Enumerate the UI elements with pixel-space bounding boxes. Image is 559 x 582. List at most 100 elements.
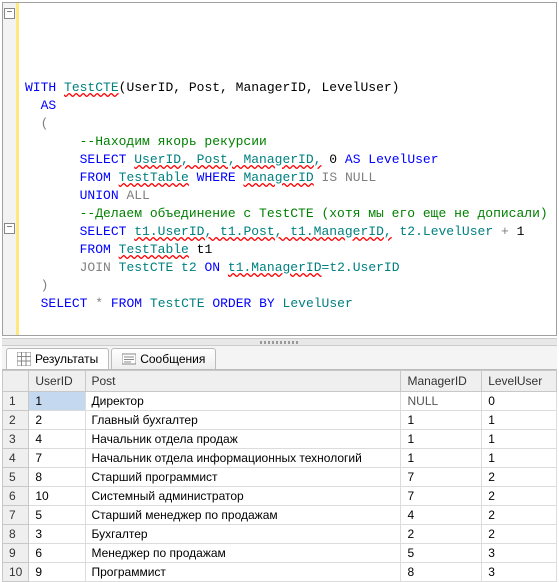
col-userid[interactable]: UserID <box>29 371 85 392</box>
kw-select-1: SELECT <box>80 152 127 167</box>
cell-leveluser[interactable]: 2 <box>482 525 557 544</box>
cell-userid[interactable]: 10 <box>29 487 85 506</box>
cell-post[interactable]: Старший программист <box>85 468 401 487</box>
col-post[interactable]: Post <box>85 371 401 392</box>
kw-on: ON <box>204 260 220 275</box>
table-row[interactable]: 58Старший программист72 <box>3 468 557 487</box>
gutter: − − <box>3 3 17 335</box>
cell-post[interactable]: Системный администратор <box>85 487 401 506</box>
join-cte: TestCTE t2 <box>119 260 197 275</box>
tab-messages[interactable]: Сообщения <box>111 348 216 369</box>
table-row[interactable]: 96Менеджер по продажам53 <box>3 544 557 563</box>
cell-post[interactable]: Программист <box>85 563 401 582</box>
cell-leveluser[interactable]: 3 <box>482 563 557 582</box>
cell-userid[interactable]: 3 <box>29 525 85 544</box>
where-col: ManagerID <box>244 170 314 185</box>
kw-from-2: FROM <box>80 242 111 257</box>
row-header[interactable]: 8 <box>3 525 29 544</box>
select-cols-2: t1.UserID, t1.Post, t1.ManagerID, <box>134 224 391 239</box>
cell-userid[interactable]: 7 <box>29 449 85 468</box>
cte-cols: (UserID, Post, ManagerID, LevelUser) <box>119 80 400 95</box>
table-row[interactable]: 47Начальник отдела информационных технол… <box>3 449 557 468</box>
cell-leveluser[interactable]: 1 <box>482 430 557 449</box>
cell-userid[interactable]: 9 <box>29 563 85 582</box>
cell-leveluser[interactable]: 1 <box>482 449 557 468</box>
comment-2: --Делаем объединение с TestCTE (хотя мы … <box>80 206 548 221</box>
results-grid[interactable]: UserID Post ManagerID LevelUser 11Директ… <box>2 370 557 582</box>
table-row[interactable]: 75Старший менеджер по продажам42 <box>3 506 557 525</box>
table-row[interactable]: 11ДиректорNULL0 <box>3 392 557 411</box>
literal-one: 1 <box>517 224 525 239</box>
t2-level: t2.LevelUser <box>400 224 494 239</box>
table-row[interactable]: 34Начальник отдела продаж11 <box>3 430 557 449</box>
tab-results[interactable]: Результаты <box>6 348 109 369</box>
kw-where: WHERE <box>197 170 236 185</box>
splitter-handle[interactable] <box>2 338 557 346</box>
cell-userid[interactable]: 1 <box>29 392 85 411</box>
fold-toggle-bottom[interactable]: − <box>4 223 15 234</box>
col-managerid[interactable]: ManagerID <box>401 371 482 392</box>
cell-post[interactable]: Главный бухгалтер <box>85 411 401 430</box>
literal-zero: 0 <box>329 152 337 167</box>
row-header[interactable]: 9 <box>3 544 29 563</box>
cell-post[interactable]: Менеджер по продажам <box>85 544 401 563</box>
table-row[interactable]: 109Программист83 <box>3 563 557 582</box>
cell-post[interactable]: Старший менеджер по продажам <box>85 506 401 525</box>
cell-managerid[interactable]: 2 <box>401 525 482 544</box>
cell-managerid[interactable]: NULL <box>401 392 482 411</box>
select-cols-1: UserID, Post, ManagerID, <box>134 152 321 167</box>
kw-select-2: SELECT <box>80 224 127 239</box>
messages-icon <box>122 352 136 366</box>
cte-name: TestCTE <box>64 80 119 95</box>
table-row[interactable]: 610Системный администратор72 <box>3 487 557 506</box>
cell-userid[interactable]: 4 <box>29 430 85 449</box>
row-header[interactable]: 1 <box>3 392 29 411</box>
on-right: =t2.UserID <box>322 260 400 275</box>
cell-leveluser[interactable]: 3 <box>482 544 557 563</box>
table-row[interactable]: 83Бухгалтер22 <box>3 525 557 544</box>
row-header[interactable]: 7 <box>3 506 29 525</box>
cell-managerid[interactable]: 1 <box>401 411 482 430</box>
cell-managerid[interactable]: 1 <box>401 449 482 468</box>
kw-from-3: FROM <box>111 296 142 311</box>
cell-managerid[interactable]: 7 <box>401 468 482 487</box>
cell-managerid[interactable]: 1 <box>401 430 482 449</box>
kw-join: JOIN <box>80 260 111 275</box>
row-header[interactable]: 5 <box>3 468 29 487</box>
on-left: t1.ManagerID <box>228 260 322 275</box>
kw-union: UNION <box>80 188 119 203</box>
kw-order: ORDER BY <box>212 296 274 311</box>
cell-leveluser[interactable]: 0 <box>482 392 557 411</box>
cell-post[interactable]: Бухгалтер <box>85 525 401 544</box>
col-leveluser[interactable]: LevelUser <box>482 371 557 392</box>
row-header[interactable]: 6 <box>3 487 29 506</box>
fold-toggle-top[interactable]: − <box>4 8 15 19</box>
row-header[interactable]: 10 <box>3 563 29 582</box>
cell-post[interactable]: Директор <box>85 392 401 411</box>
sql-editor[interactable]: − − WITH TestCTE(UserID, Post, ManagerID… <box>2 2 557 336</box>
cell-leveluser[interactable]: 2 <box>482 487 557 506</box>
cell-userid[interactable]: 6 <box>29 544 85 563</box>
cell-managerid[interactable]: 8 <box>401 563 482 582</box>
cell-managerid[interactable]: 7 <box>401 487 482 506</box>
as-leveluser: AS LevelUser <box>345 152 439 167</box>
cell-post[interactable]: Начальник отдела продаж <box>85 430 401 449</box>
cell-leveluser[interactable]: 2 <box>482 468 557 487</box>
cell-userid[interactable]: 2 <box>29 411 85 430</box>
row-header[interactable]: 4 <box>3 449 29 468</box>
code[interactable]: WITH TestCTE(UserID, Post, ManagerID, Le… <box>25 79 556 313</box>
table-row[interactable]: 22Главный бухгалтер11 <box>3 411 557 430</box>
cell-leveluser[interactable]: 1 <box>482 411 557 430</box>
cell-managerid[interactable]: 4 <box>401 506 482 525</box>
cell-post[interactable]: Начальник отдела информационных технолог… <box>85 449 401 468</box>
row-header[interactable]: 3 <box>3 430 29 449</box>
cell-managerid[interactable]: 5 <box>401 544 482 563</box>
cell-userid[interactable]: 8 <box>29 468 85 487</box>
cell-leveluser[interactable]: 2 <box>482 506 557 525</box>
cell-userid[interactable]: 5 <box>29 506 85 525</box>
kw-as: AS <box>41 98 57 113</box>
row-header[interactable]: 2 <box>3 411 29 430</box>
comment-1: --Находим якорь рекурсии <box>80 134 267 149</box>
grid-corner[interactable] <box>3 371 29 392</box>
order-col: LevelUser <box>283 296 353 311</box>
